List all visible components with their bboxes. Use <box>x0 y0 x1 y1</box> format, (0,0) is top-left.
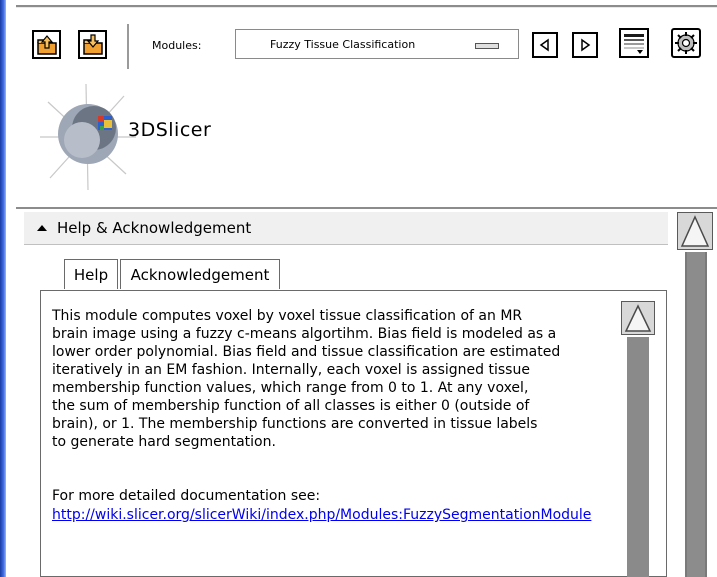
tab-help-label: Help <box>73 265 109 284</box>
help-body-text: This module computes voxel by voxel tiss… <box>52 308 561 450</box>
toolbar-separator <box>127 24 129 69</box>
module-selector[interactable]: Fuzzy Tissue Classification <box>235 29 519 59</box>
scroll-up-button[interactable] <box>677 212 713 250</box>
collapse-triangle-icon <box>37 225 47 231</box>
documentation-link[interactable]: http://wiki.slicer.org/slicerWiki/index.… <box>52 506 612 524</box>
top-divider-highlight <box>16 7 717 8</box>
next-module-button[interactable] <box>572 32 598 58</box>
dropdown-indicator-icon <box>475 43 499 49</box>
folder-down-icon <box>82 33 103 55</box>
tab-acknowledgement-label: Acknowledgement <box>130 265 270 284</box>
load-scene-button[interactable] <box>32 30 61 59</box>
arrow-up-icon <box>624 304 652 332</box>
slicer-logo-text: 3DSlicer <box>128 119 212 141</box>
help-section-header[interactable]: Help & Acknowledgement <box>24 212 668 245</box>
slicer-logo-icon <box>40 83 136 191</box>
previous-module-button[interactable] <box>532 32 558 58</box>
triangle-right-icon <box>581 38 591 52</box>
tab-help[interactable]: Help <box>64 259 118 289</box>
module-selector-value: Fuzzy Tissue Classification <box>270 37 416 51</box>
save-scene-button[interactable] <box>78 30 107 59</box>
help-scrollbar-track[interactable] <box>627 337 649 577</box>
gear-icon <box>675 32 697 54</box>
window-left-edge <box>0 0 6 577</box>
help-section-title: Help & Acknowledgement <box>57 219 252 237</box>
tab-acknowledgement[interactable]: Acknowledgement <box>120 259 280 289</box>
documentation-label: For more detailed documentation see: <box>52 488 321 504</box>
arrow-up-icon <box>680 215 710 247</box>
panel-scrollbar[interactable] <box>673 212 717 577</box>
panel-divider <box>16 207 717 209</box>
settings-button[interactable] <box>671 28 701 58</box>
list-menu-icon <box>624 34 644 54</box>
modules-label: Modules: <box>152 39 202 52</box>
help-scroll-up-button[interactable] <box>621 301 655 335</box>
help-text-scrollbar[interactable] <box>621 301 655 577</box>
folder-up-icon <box>36 34 57 55</box>
module-toolbar: Modules: Fuzzy Tissue Classification <box>16 18 717 78</box>
triangle-left-icon <box>539 38 549 52</box>
module-history-button[interactable] <box>619 28 649 58</box>
scrollbar-thumb[interactable] <box>687 252 705 577</box>
